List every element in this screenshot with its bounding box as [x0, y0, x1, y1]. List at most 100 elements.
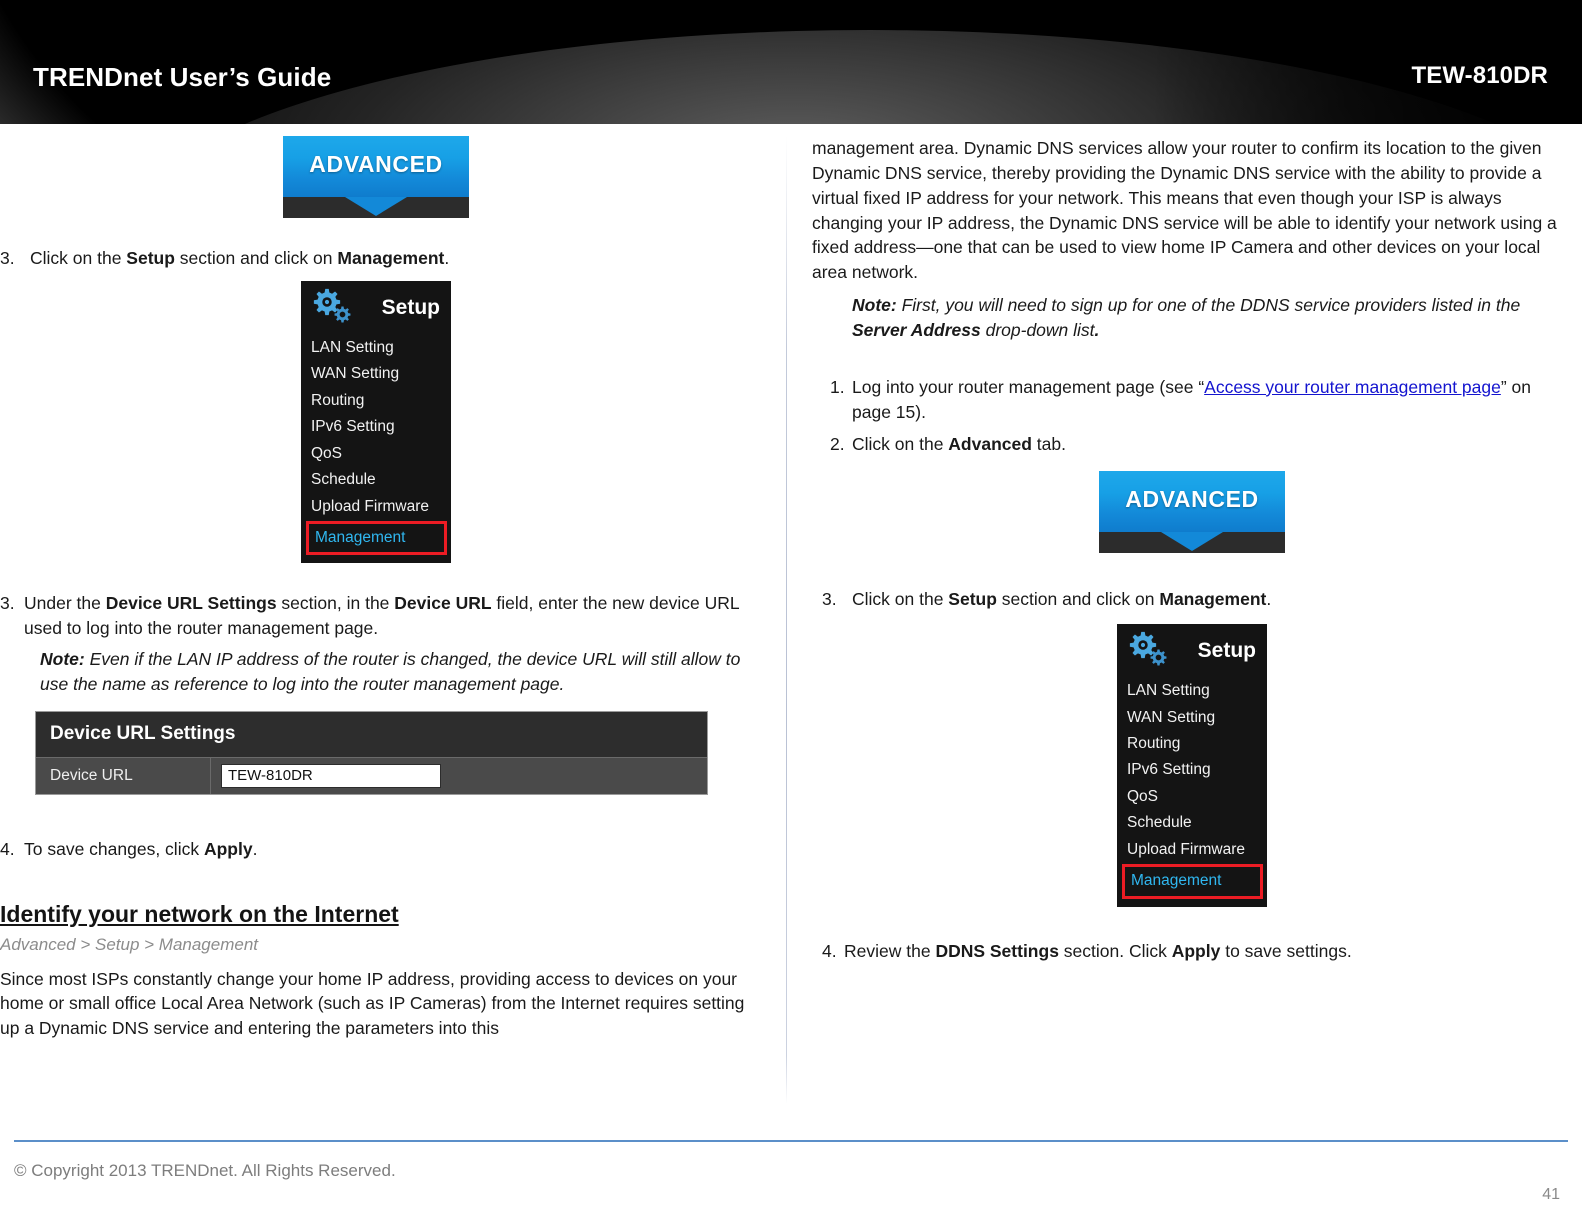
header-model-number: TEW-810DR [1411, 62, 1548, 89]
access-router-management-page-link[interactable]: Access your router management page [1204, 377, 1501, 397]
left-step-4-bold-apply: Apply [203, 838, 253, 859]
left-step-4: 4. To save changes, click Apply. [0, 837, 752, 862]
right-step-4-bold-ddns-settings: DDNS Settings [935, 940, 1059, 961]
device-url-label: Device URL [36, 757, 211, 794]
left-step-3b-bold-device-url: Device URL [394, 593, 492, 614]
right-note-part2: drop-down list [980, 319, 1095, 340]
setup-menu-item-qos[interactable]: QoS [301, 441, 451, 467]
right-step-2-bold-advanced: Advanced [948, 434, 1032, 455]
page-number: 41 [1542, 1186, 1560, 1203]
right-step-1-part1: Log into your router management page (se… [852, 376, 1205, 397]
header-guide-title: TRENDnet User’s Guide [33, 62, 332, 92]
footer-divider-rule [14, 1140, 1568, 1142]
advanced-tab-notch-icon [345, 197, 407, 216]
setup-menu-item-management[interactable]: Management [313, 525, 444, 551]
setup-menu-item-wan-setting-right[interactable]: WAN Setting [1117, 705, 1267, 731]
left-step-4-number: 4. [0, 838, 15, 859]
setup-menu-highlight-box-right: Management [1122, 864, 1263, 899]
setup-menu-panel[interactable]: Setup LAN Setting WAN Setting Routing IP… [301, 280, 451, 564]
column-divider [786, 136, 787, 1104]
device-url-settings-title: Device URL Settings [36, 711, 707, 758]
right-step-1-number: 1. [830, 376, 845, 397]
left-step-3-bold-management: Management [337, 248, 445, 268]
right-note-bold-server-address: Server Address [852, 319, 981, 340]
left-step-3b-bold-device-url-settings: Device URL Settings [105, 593, 277, 614]
left-step-3-number: 3. [0, 248, 15, 268]
right-step-3-text: Click on the Setup section and click on … [852, 587, 1572, 612]
gear-small-icon [334, 306, 351, 323]
setup-menu-panel-right[interactable]: Setup LAN Setting WAN Setting Routing IP… [1117, 624, 1267, 907]
right-step-3-bold-management: Management [1159, 589, 1267, 610]
left-step-3: 3. Click on the Setup section and click … [0, 246, 752, 271]
setup-menu-item-upload-firmware-right[interactable]: Upload Firmware [1117, 837, 1267, 863]
setup-menu-item-wan-setting[interactable]: WAN Setting [301, 361, 451, 387]
left-step-3b-number: 3. [0, 593, 15, 614]
left-note-text: Even if the LAN IP address of the router… [40, 649, 741, 694]
left-step-3b: 3. Under the Device URL Settings section… [0, 591, 752, 641]
setup-menu-item-management-right[interactable]: Management [1129, 868, 1260, 894]
right-step-1-text: Log into your router management page (se… [852, 375, 1572, 425]
right-step-4-text: Review the DDNS Settings section. Click … [844, 939, 1572, 964]
setup-menu-highlight-box: Management [306, 521, 447, 556]
advanced-tab-graphic-right[interactable]: ADVANCED [1099, 471, 1285, 554]
right-step-1: 1. Log into your router management page … [812, 375, 1572, 425]
left-step-4-part1: To save changes, click [24, 838, 204, 859]
left-note-label: Note: [40, 649, 85, 670]
setup-menu-item-ipv6-setting-right[interactable]: IPv6 Setting [1117, 757, 1267, 783]
footer-copyright: © Copyright 2013 TRENDnet. All Rights Re… [14, 1161, 396, 1180]
setup-menu-title: Setup [381, 295, 440, 319]
advanced-tab-label: ADVANCED [309, 151, 443, 177]
setup-menu-header-right: Setup [1117, 624, 1267, 679]
right-step-2-text: Click on the Advanced tab. [852, 432, 1572, 457]
left-note: Note: Even if the LAN IP address of the … [40, 647, 752, 697]
right-step-3-number: 3. [822, 589, 837, 610]
left-body-paragraph: Since most ISPs constantly change your h… [0, 968, 745, 1039]
advanced-tab-notch-icon-right [1161, 532, 1223, 552]
setup-menu-item-schedule-right[interactable]: Schedule [1117, 810, 1267, 836]
advanced-tab-label-right: ADVANCED [1125, 486, 1259, 513]
setup-menu-item-routing[interactable]: Routing [301, 388, 451, 414]
right-note-part1: First, you will need to sign up for one … [896, 295, 1521, 316]
device-url-settings-panel: Device URL Settings Device URL TEW-810DR [35, 710, 708, 795]
right-step-2-part1: Click on the [852, 434, 949, 455]
right-step-2-number: 2. [830, 434, 845, 455]
left-step-3b-text: Under the Device URL Settings section, i… [24, 591, 752, 641]
right-step-3-part1: Click on the [852, 589, 949, 610]
right-step-4-bold-apply: Apply [1171, 940, 1221, 961]
right-step-4-part3: to save settings. [1220, 940, 1352, 961]
document-page: TRENDnet User’s Guide TEW-810DR ADVANCED… [0, 0, 1582, 1216]
setup-menu-item-qos-right[interactable]: QoS [1117, 784, 1267, 810]
left-step-3-part1: Click on the [30, 248, 127, 268]
setup-menu-figure-right: Setup LAN Setting WAN Setting Routing IP… [812, 624, 1572, 907]
advanced-tab-figure-left: ADVANCED [0, 136, 752, 218]
device-url-input[interactable]: TEW-810DR [221, 763, 441, 788]
right-step-3-part3: . [1266, 589, 1272, 610]
left-step-4-text: To save changes, click Apply. [24, 837, 752, 862]
setup-menu-item-lan-setting[interactable]: LAN Setting [301, 335, 451, 361]
setup-menu-title-right: Setup [1197, 639, 1256, 663]
left-step-3b-part2: section, in the [276, 593, 395, 614]
left-step-3-part3: . [444, 248, 450, 268]
breadcrumb: Advanced > Setup > Management [0, 934, 259, 954]
setup-menu-item-schedule[interactable]: Schedule [301, 467, 451, 493]
setup-menu-item-routing-right[interactable]: Routing [1117, 731, 1267, 757]
right-note: Note: First, you will need to sign up fo… [852, 293, 1572, 343]
right-step-4-part1: Review the [844, 940, 936, 961]
page-section-title: Identify your network on the Internet [0, 900, 399, 927]
device-url-settings-figure: Device URL Settings Device URL TEW-810DR [0, 710, 752, 795]
setup-menu-figure-left: Setup LAN Setting WAN Setting Routing IP… [0, 280, 752, 564]
page-header: TRENDnet User’s Guide TEW-810DR [0, 0, 1582, 124]
right-step-4-number: 4. [822, 940, 837, 961]
right-continued-paragraph: management area. Dynamic DNS services al… [812, 138, 1557, 283]
right-step-4-part2: section. Click [1058, 940, 1172, 961]
setup-menu-item-upload-firmware[interactable]: Upload Firmware [301, 494, 451, 520]
right-step-3-part2: section and click on [996, 589, 1160, 610]
right-step-2-part2: tab. [1031, 434, 1066, 455]
advanced-tab-graphic[interactable]: ADVANCED [283, 136, 469, 218]
setup-menu-item-lan-setting-right[interactable]: LAN Setting [1117, 678, 1267, 704]
right-note-label: Note: [852, 295, 897, 316]
gear-small-icon [1150, 649, 1167, 666]
right-step-2: 2. Click on the Advanced tab. [812, 432, 1572, 457]
setup-menu-item-ipv6-setting[interactable]: IPv6 Setting [301, 414, 451, 440]
right-note-part3: . [1094, 319, 1100, 340]
